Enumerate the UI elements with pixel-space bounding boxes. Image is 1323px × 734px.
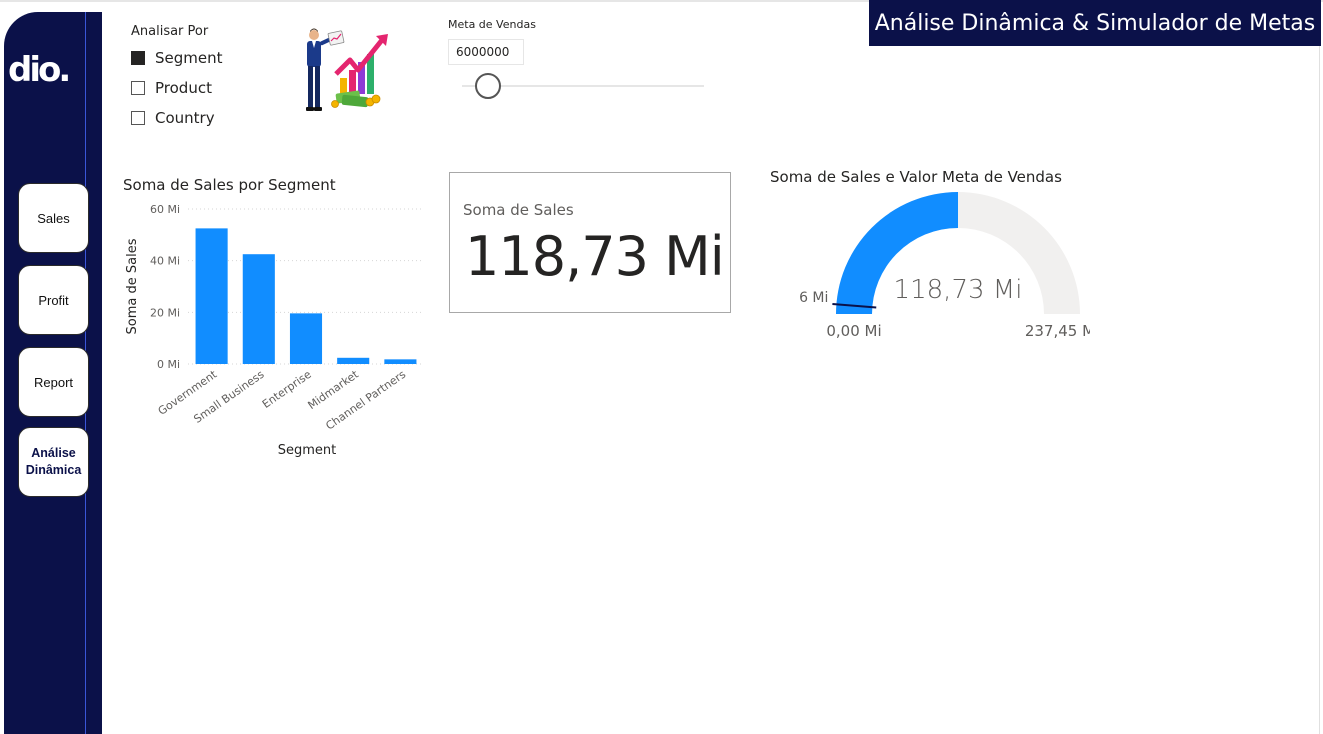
slicer-option-country[interactable]: Country	[131, 108, 215, 128]
slicer-option-label: Country	[155, 109, 215, 127]
gauge-min-label: 0,00 Mi	[826, 322, 881, 340]
bar	[289, 313, 323, 364]
meta-vendas-label: Meta de Vendas	[448, 18, 536, 31]
y-axis-title: Soma de Sales	[125, 238, 140, 334]
bar	[195, 228, 228, 364]
bar	[242, 254, 275, 364]
checkbox-unchecked[interactable]	[131, 81, 145, 95]
bar-chart-title: Soma de Sales por Segment	[123, 176, 336, 194]
businessman-growth-illustration	[306, 28, 388, 111]
slicer-option-label: Product	[155, 79, 212, 97]
y-tick-label: 40 Mi	[150, 255, 180, 268]
canvas-right-border	[1319, 46, 1320, 734]
nav-button-profit[interactable]: Profit	[18, 265, 89, 335]
slicer-option-label: Segment	[155, 49, 223, 67]
checkbox-checked[interactable]	[131, 51, 145, 65]
nav-button-label: Análise Dinâmica	[25, 446, 82, 477]
nav-button-label: Profit	[38, 292, 69, 308]
y-tick-label: 0 Mi	[157, 358, 180, 371]
slicer-option-product[interactable]: Product	[131, 78, 212, 98]
gauge-chart: 6 Mi 118,73 Mi 0,00 Mi 237,45 Mi	[799, 192, 1090, 340]
bar	[337, 357, 370, 364]
x-tick-label: Enterprise	[260, 368, 314, 411]
nav-button-label: Report	[33, 374, 74, 390]
x-axis-title: Segment	[278, 443, 337, 458]
y-tick-label: 60 Mi	[150, 203, 180, 216]
nav-button-label: Sales	[37, 210, 70, 226]
slicer-option-segment[interactable]: Segment	[131, 48, 223, 68]
dio-logo: dio.	[8, 50, 71, 90]
kpi-card: Soma de Sales 118,73 Mi	[449, 172, 731, 313]
bar-chart: 0 Mi20 Mi40 Mi60 MiGovernmentSmall Busin…	[125, 203, 424, 458]
gauge-target-label: 6 Mi	[799, 290, 828, 306]
kpi-card-value: 118,73 Mi	[465, 225, 725, 288]
nav-button-report[interactable]: Report	[18, 347, 89, 417]
y-tick-label: 20 Mi	[150, 306, 180, 319]
page-title: Análise Dinâmica & Simulador de Metas	[869, 0, 1321, 46]
x-tick-label: Channel Partners	[323, 368, 408, 433]
gauge-value-label: 118,73 Mi	[894, 275, 1023, 305]
checkbox-unchecked[interactable]	[131, 111, 145, 125]
meta-vendas-slider-handle[interactable]	[475, 73, 501, 99]
gauge-title: Soma de Sales e Valor Meta de Vendas	[770, 168, 1062, 186]
nav-button-sales[interactable]: Sales	[18, 183, 89, 253]
nav-button-analise-dinamica[interactable]: Análise Dinâmica	[18, 427, 89, 497]
slicer-title: Analisar Por	[131, 24, 209, 39]
gauge-max-label: 237,45 Mi	[1025, 322, 1090, 340]
kpi-card-label: Soma de Sales	[463, 201, 574, 219]
bar	[384, 359, 417, 364]
meta-vendas-input[interactable]: 6000000	[448, 39, 524, 65]
